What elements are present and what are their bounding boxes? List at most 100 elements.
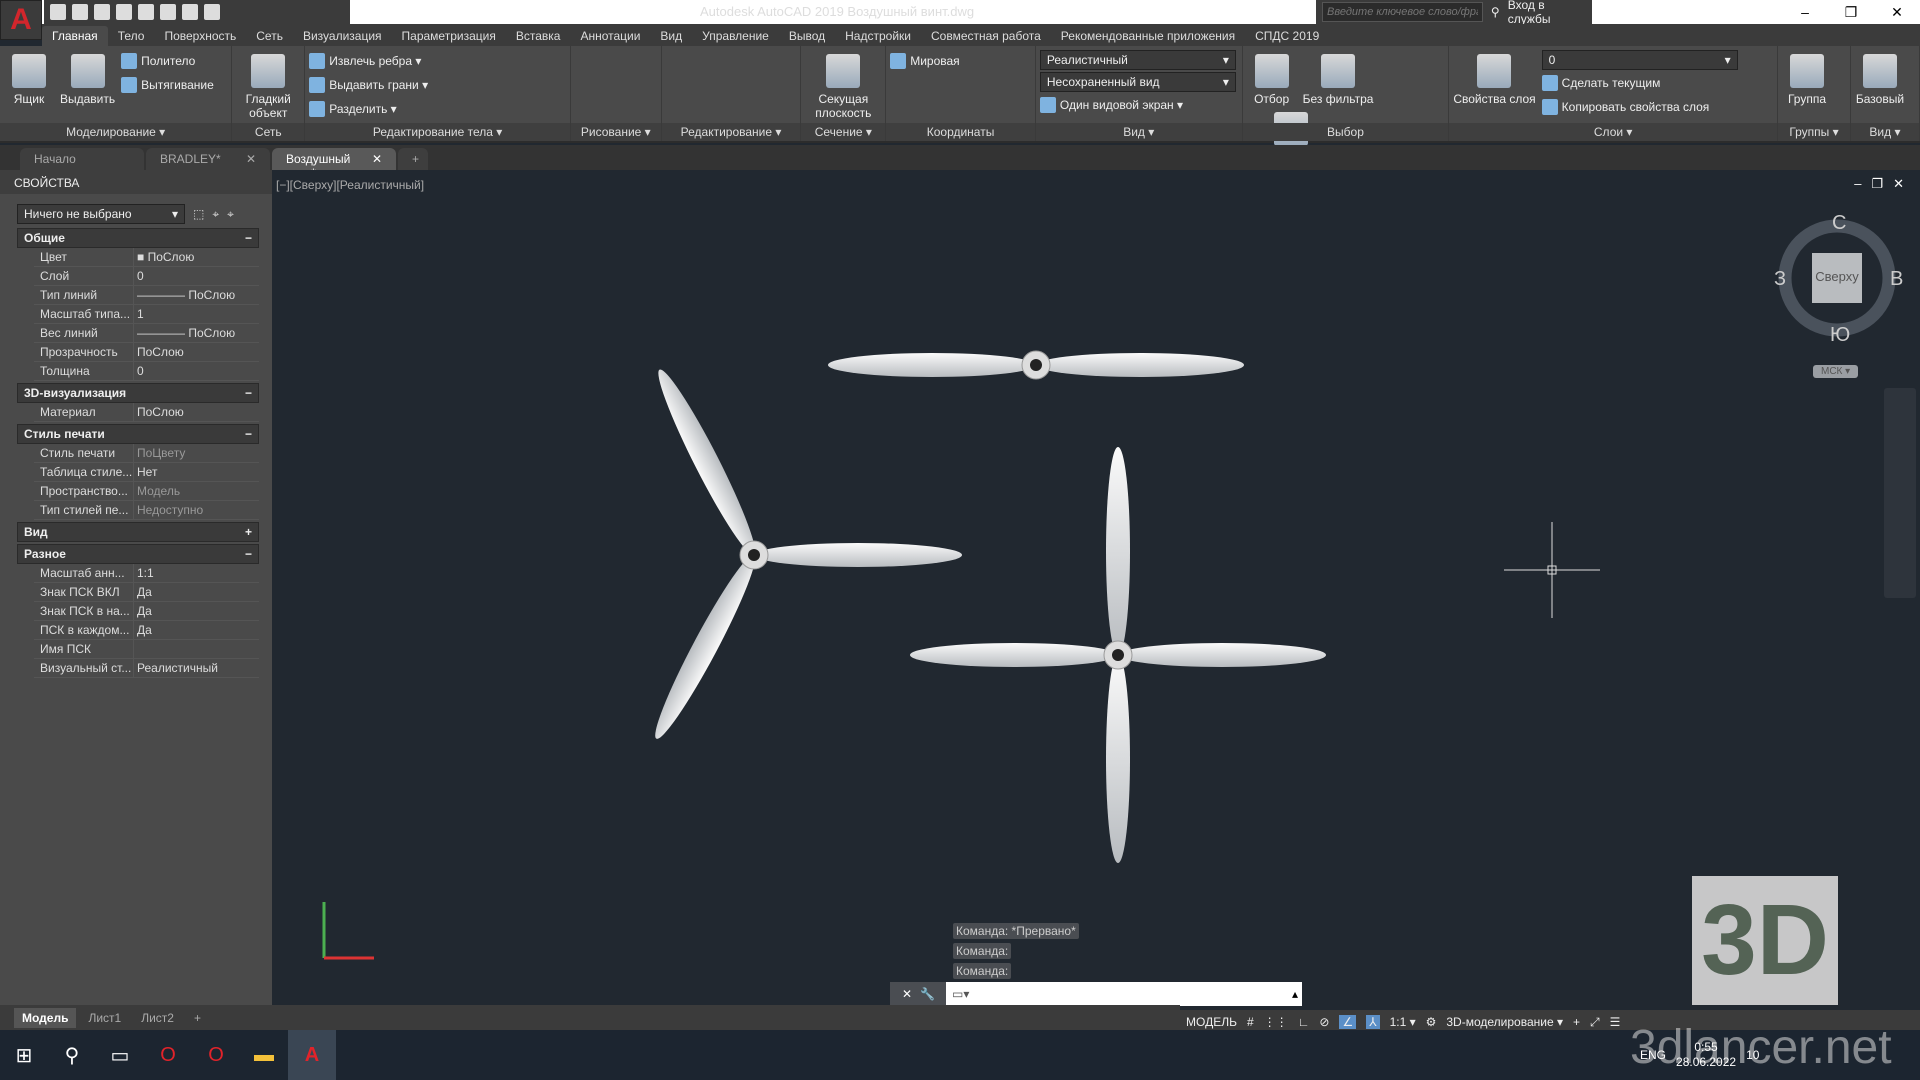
ribbon-panel-label[interactable]: Редактирование ▾ [661, 123, 801, 141]
prompt-icon[interactable]: ▭▾ [946, 987, 975, 1001]
ribbon-button[interactable]: Базовый [1855, 50, 1905, 106]
new-icon[interactable] [50, 4, 66, 20]
viewcube-top-face[interactable]: Сверху [1812, 269, 1862, 284]
property-value[interactable]: 0 [134, 267, 147, 285]
open-icon[interactable] [72, 4, 88, 20]
close-icon[interactable]: ✕ [372, 152, 382, 166]
property-value[interactable]: 0 [134, 362, 147, 380]
drawing-viewport[interactable]: [−][Сверху][Реалистичный] – ❐ ✕ С Ю З В Св… [272, 170, 1920, 1006]
ribbon-small-button[interactable]: Выдавить грани ▾ [309, 74, 428, 96]
property-row[interactable]: Вес линий ———— ПоСлою [34, 324, 259, 343]
ribbon-tab[interactable]: Сеть [246, 26, 293, 46]
ribbon-tab[interactable]: Аннотации [570, 26, 650, 46]
ribbon-tab[interactable]: Визуализация [293, 26, 392, 46]
ribbon-button[interactable]: Ящик [4, 50, 54, 106]
osnap-icon[interactable]: ∠ [1339, 1015, 1357, 1029]
property-row[interactable]: Пространство... Модель [34, 482, 259, 501]
ribbon-button[interactable]: Без фильтра [1303, 50, 1373, 106]
ribbon-tab[interactable]: Поверхность [154, 26, 246, 46]
model-space-button[interactable]: МОДЕЛЬ [1186, 1015, 1237, 1029]
gear-icon[interactable]: ⚙ [1426, 1015, 1437, 1029]
ribbon-panel-label[interactable]: Слои ▾ [1449, 123, 1778, 141]
ribbon-panel-label[interactable]: Моделирование ▾ [0, 123, 232, 141]
property-value[interactable]: 1:1 [134, 564, 157, 582]
ribbon-button[interactable]: Гладкий объект [236, 50, 300, 120]
property-value[interactable]: ———— ПоСлою [134, 286, 238, 304]
command-input[interactable]: ▭▾ ▴ [946, 982, 1302, 1006]
property-value[interactable]: Да [134, 621, 155, 639]
file-explorer-icon[interactable]: ▬ [240, 1030, 288, 1080]
property-row[interactable]: Прозрачность ПоСлою [34, 343, 259, 362]
property-section-header[interactable]: Стиль печати − [17, 424, 259, 444]
ribbon-tab[interactable]: СПДС 2019 [1245, 26, 1329, 46]
property-value[interactable]: ———— ПоСлою [134, 324, 238, 342]
navigation-bar[interactable] [1884, 388, 1916, 598]
file-tab[interactable]: Начало [20, 148, 144, 170]
property-row[interactable]: Цвет ■ ПоСлою [34, 248, 259, 267]
ribbon-small-button[interactable]: Сделать текущим [1541, 72, 1738, 94]
property-value[interactable]: Да [134, 602, 155, 620]
ribbon-tab[interactable]: Вывод [779, 26, 835, 46]
ribbon-dropdown[interactable]: Несохраненный вид ▾ [1039, 72, 1236, 92]
ribbon-tab[interactable]: Рекомендованные приложения [1051, 26, 1245, 46]
ribbon-panel-label[interactable]: Вид ▾ [1850, 123, 1919, 141]
selection-dropdown[interactable]: Ничего не выбрано ▾ [17, 204, 185, 224]
close-button[interactable]: ✕ [1874, 0, 1920, 24]
two-blade-propeller[interactable] [828, 350, 1244, 380]
three-blade-propeller[interactable] [646, 364, 962, 744]
binoculars-icon[interactable]: ⚲ [1491, 5, 1500, 19]
viewcube-east[interactable]: В [1890, 268, 1903, 291]
autocad-taskbar-icon[interactable]: A [288, 1030, 336, 1080]
history-toggle-icon[interactable]: ▴ [1292, 987, 1302, 1001]
ribbon-button[interactable]: Свойства слоя [1453, 50, 1536, 118]
ribbon-button[interactable]: Выдавить [60, 50, 115, 106]
property-row[interactable]: Масштаб анн... 1:1 [34, 564, 259, 583]
task-view-icon[interactable]: ▭ [96, 1030, 144, 1080]
file-tab[interactable]: Воздушный винт* ✕ [272, 148, 396, 180]
ribbon-small-button[interactable]: Вытягивание [121, 74, 214, 96]
clock[interactable]: 0:55 28.06.2022 [1676, 1040, 1736, 1070]
ribbon-dropdown[interactable]: Реалистичный ▾ [1039, 50, 1236, 70]
collapse-icon[interactable]: − [245, 231, 252, 245]
toggle-pickadd-icon[interactable]: ⬚ [193, 207, 204, 221]
new-tab-button[interactable]: + [398, 148, 428, 170]
property-value[interactable]: ПоСлою [134, 403, 187, 421]
minimize-button[interactable]: – [1782, 0, 1828, 24]
four-blade-propeller[interactable] [910, 447, 1326, 863]
close-icon[interactable]: ✕ [246, 152, 256, 166]
layout-tab[interactable]: Лист1 [80, 1008, 129, 1028]
print-icon[interactable] [138, 4, 154, 20]
property-row[interactable]: Визуальный ст... Реалистичный [34, 659, 259, 678]
property-row[interactable]: Масштаб типа... 1 [34, 305, 259, 324]
ortho-icon[interactable]: ∟ [1298, 1015, 1310, 1029]
ribbon-tab[interactable]: Управление [692, 26, 779, 46]
annotation-icon[interactable]: ⅄ [1366, 1015, 1380, 1029]
polar-icon[interactable]: ⊘ [1319, 1015, 1329, 1029]
property-value[interactable]: Да [134, 583, 155, 601]
ribbon-tab[interactable]: Совместная работа [921, 26, 1051, 46]
save-as-icon[interactable] [116, 4, 132, 20]
property-row[interactable]: Толщина 0 [34, 362, 259, 381]
layout-tab[interactable]: + [186, 1008, 209, 1028]
ribbon-tab[interactable]: Надстройки [835, 26, 921, 46]
redo-icon[interactable] [182, 4, 198, 20]
property-section-header[interactable]: Общие − [17, 228, 259, 248]
language-indicator[interactable]: ENG [1640, 1048, 1666, 1062]
property-row[interactable]: Знак ПСК в на... Да [34, 602, 259, 621]
property-row[interactable]: Тип линий ———— ПоСлою [34, 286, 259, 305]
ribbon-small-button[interactable]: Копировать свойства слоя [1541, 96, 1738, 118]
ribbon-panel-label[interactable]: Выбор [1242, 123, 1449, 141]
workspace-switch[interactable]: 3D-моделирование ▾ [1446, 1015, 1563, 1029]
fullscreen-icon[interactable]: ⤢ [1590, 1015, 1600, 1030]
annotation-scale[interactable]: 1:1 ▾ [1390, 1015, 1416, 1029]
menu-icon[interactable]: ☰ [1610, 1015, 1621, 1029]
opera-icon[interactable]: O [144, 1030, 192, 1080]
property-value[interactable]: Модель [134, 482, 183, 500]
snap-icon[interactable]: ⋮⋮ [1264, 1015, 1288, 1029]
property-row[interactable]: Тип стилей пе... Недоступно [34, 501, 259, 520]
notification-badge[interactable]: 10 [1746, 1048, 1759, 1062]
property-value[interactable]: ПоЦвету [134, 444, 188, 462]
property-value[interactable] [134, 640, 140, 658]
file-tab[interactable]: BRADLEY* ✕ [146, 148, 270, 170]
ribbon-panel-label[interactable]: Координаты [886, 123, 1035, 141]
